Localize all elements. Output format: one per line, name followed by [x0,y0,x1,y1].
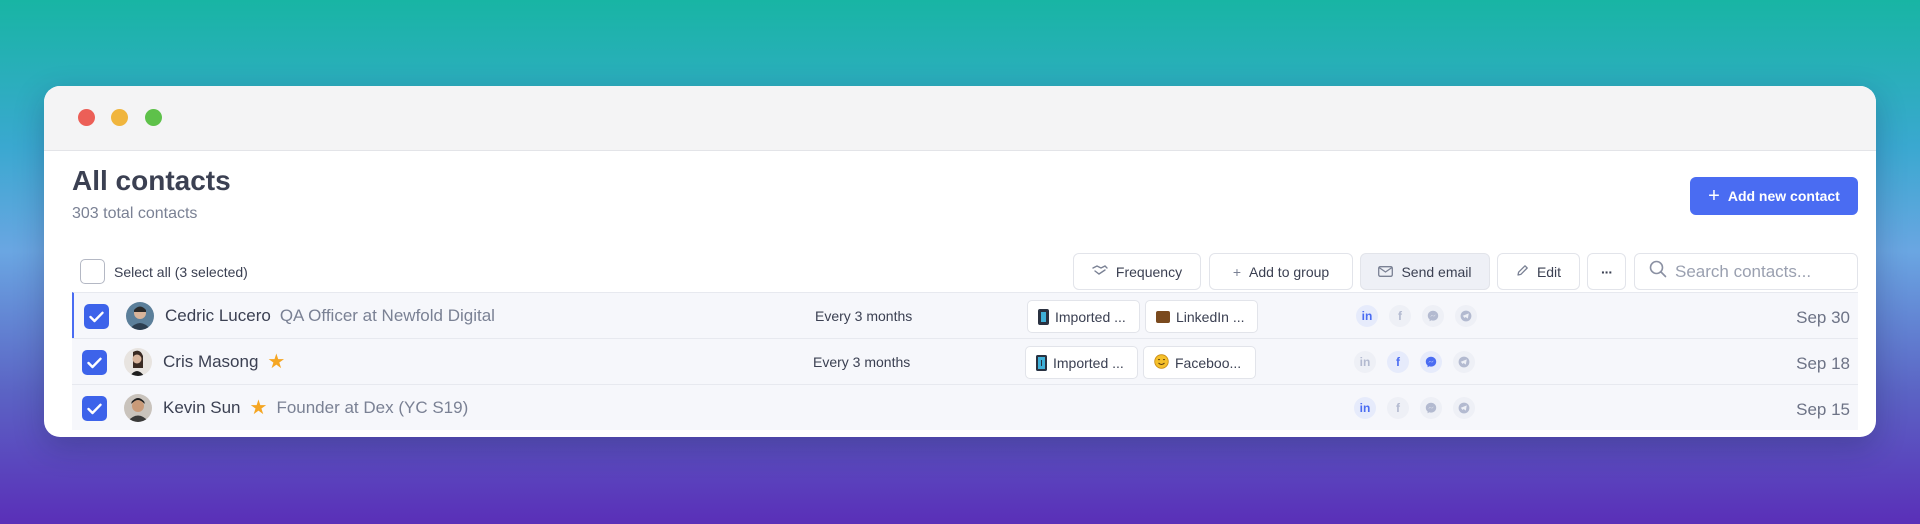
last-contact-date: Sep 18 [1796,354,1850,373]
search-input[interactable] [1675,261,1845,282]
tag-chip[interactable]: LinkedIn ... [1145,300,1258,333]
more-actions-button[interactable]: ··· [1587,253,1626,290]
last-contact-date: Sep 15 [1796,400,1850,419]
add-new-contact-button[interactable]: + Add new contact [1690,177,1858,215]
contacts-count: 303 total contacts [72,205,198,222]
telegram-icon[interactable] [1453,397,1475,419]
contact-name-text: Cris Masong [163,352,259,371]
add-to-group-button[interactable]: + Add to group [1209,253,1353,290]
select-all-label: Select all (3 selected) [114,263,248,280]
briefcase-icon [1156,310,1170,323]
envelope-icon [1378,264,1394,280]
plus-icon: + [1708,185,1720,207]
contact-name[interactable]: Cris Masong ★ [163,352,285,372]
bulk-actions-toolbar: Select all (3 selected) Frequency + Add … [44,251,1876,291]
frequency-button[interactable]: Frequency [1073,253,1201,290]
maximize-window-button[interactable] [145,109,162,126]
minimize-window-button[interactable] [111,109,128,126]
select-all[interactable]: Select all (3 selected) [80,259,248,284]
star-icon[interactable]: ★ [267,352,285,372]
telegram-icon[interactable] [1453,351,1475,373]
messenger-icon[interactable] [1422,305,1444,327]
plus-icon: + [1232,263,1241,280]
telegram-icon[interactable] [1455,305,1477,327]
facebook-icon[interactable]: f [1389,305,1411,327]
pencil-icon [1516,264,1529,280]
avatar [124,394,152,422]
page-title: All contacts [72,165,231,196]
contacts-table: Cedric Lucero QA Officer at Newfold Digi… [72,292,1858,430]
tag-chip[interactable]: Imported ... [1027,300,1140,333]
tag-label: LinkedIn ... [1176,308,1245,325]
contacts-page: All contacts 303 total contacts + Add ne… [44,151,1876,437]
search-icon [1649,260,1667,283]
avatar [124,348,152,376]
edit-label: Edit [1536,263,1562,280]
tag-label: Imported ... [1055,308,1126,325]
linkedin-icon[interactable]: in [1354,351,1376,373]
facebook-icon[interactable]: f [1387,397,1409,419]
add-to-group-label: Add to group [1249,263,1330,280]
tag-label: Imported ... [1053,354,1124,371]
row-checkbox[interactable] [82,396,107,421]
contact-frequency: Every 3 months [815,308,913,324]
frequency-label: Frequency [1115,263,1183,280]
facebook-icon[interactable]: f [1387,351,1409,373]
app-window: All contacts 303 total contacts + Add ne… [44,86,1876,437]
handshake-icon [1092,264,1108,280]
tag-chip[interactable]: Faceboo... [1143,346,1256,379]
contact-name-text: Cedric Lucero [165,306,271,325]
send-email-label: Send email [1401,263,1472,280]
contact-name-text: Kevin Sun [163,398,241,417]
row-checkbox[interactable] [84,304,109,329]
table-row[interactable]: Cedric Lucero QA Officer at Newfold Digi… [72,292,1858,338]
messenger-icon[interactable] [1420,397,1442,419]
search-field[interactable] [1634,253,1858,290]
select-all-checkbox[interactable] [80,259,105,284]
linkedin-icon[interactable]: in [1354,397,1376,419]
hugging-face-icon [1154,353,1169,372]
more-icon: ··· [1601,263,1613,280]
table-row[interactable]: Cris Masong ★ Every 3 months Imported ..… [72,338,1858,384]
messenger-icon[interactable] [1420,351,1442,373]
contact-frequency: Every 3 months [813,354,911,370]
contact-role: Founder at Dex (YC S19) [276,398,469,417]
table-row[interactable]: Kevin Sun ★ Founder at Dex (YC S19) in f… [72,384,1858,430]
send-email-button[interactable]: Send email [1360,253,1490,290]
phone-icon [1036,354,1047,371]
phone-icon [1038,308,1049,325]
contact-name[interactable]: Cedric Lucero QA Officer at Newfold Digi… [165,306,495,326]
title-bar [44,86,1876,151]
star-icon[interactable]: ★ [250,398,268,418]
avatar [126,302,154,330]
tag-label: Faceboo... [1175,354,1242,371]
edit-button[interactable]: Edit [1497,253,1580,290]
row-checkbox[interactable] [82,350,107,375]
close-window-button[interactable] [78,109,95,126]
tag-chip[interactable]: Imported ... [1025,346,1138,379]
add-new-contact-label: Add new contact [1727,188,1840,204]
contact-name[interactable]: Kevin Sun ★ Founder at Dex (YC S19) [163,398,468,418]
linkedin-icon[interactable]: in [1356,305,1378,327]
contact-role: QA Officer at Newfold Digital [279,306,495,325]
last-contact-date: Sep 30 [1796,308,1850,327]
